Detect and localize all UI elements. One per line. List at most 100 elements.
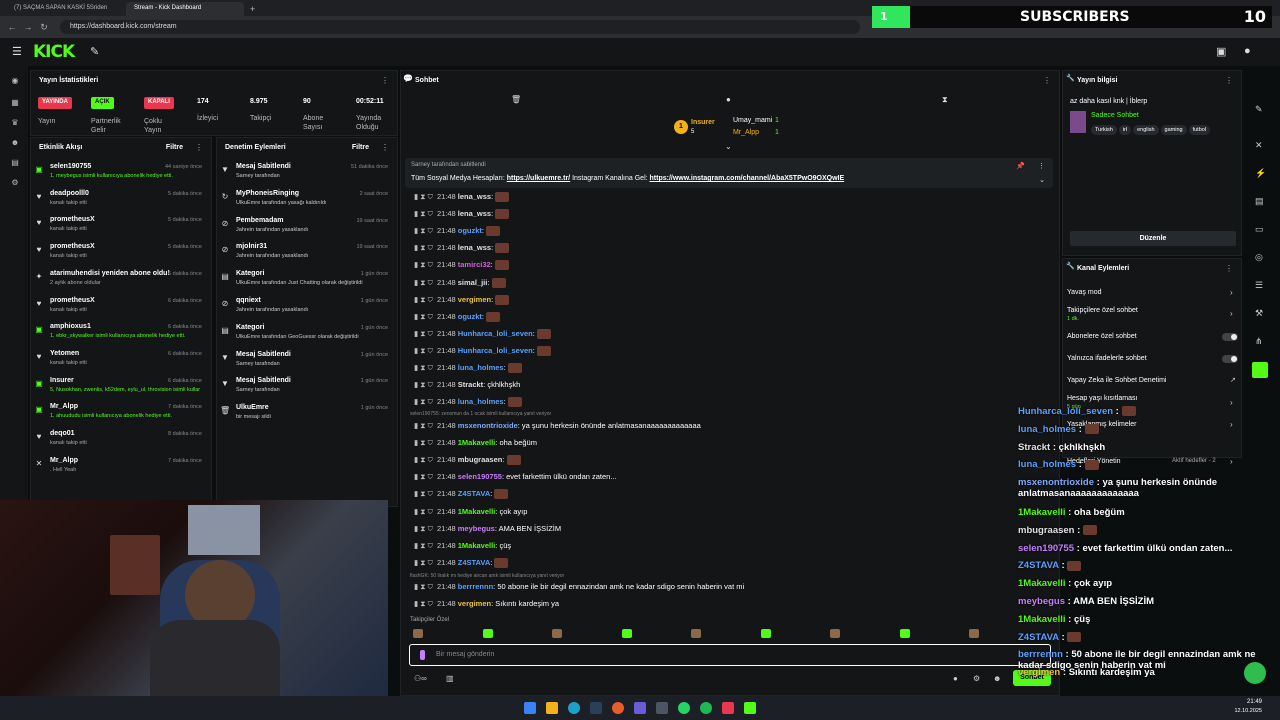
discord-icon[interactable] [634, 702, 646, 714]
pin-icon[interactable]: 📌 [1016, 162, 1025, 170]
chat-message[interactable]: ▮ ⧗ ⛉ 21:48 tamirci32: [414, 260, 509, 274]
chat-message[interactable]: ▮ ⧗ ⛉ 21:48 Strackt: çkhlkhşkh [414, 380, 520, 394]
chat-bubble-icon[interactable]: ● [726, 95, 731, 104]
tools-icon[interactable]: ✎ [90, 45, 99, 58]
mod-actions-icon[interactable]: ▮ ⧗ ⛉ [414, 541, 433, 550]
chat-message[interactable]: ▮ ⧗ ⛉ 21:48 berrrennn: 50 abone ile bir de… [414, 582, 744, 596]
more-icon[interactable]: ⋮ [1225, 76, 1233, 85]
layout-icon[interactable]: ▣ [1216, 45, 1226, 58]
mod-actions-icon[interactable]: ▮ ⧗ ⛉ [414, 472, 433, 481]
emote-shortcut[interactable] [552, 629, 562, 638]
feed-item[interactable]: ♥ prometheusX kanalı takip etti 6 dakika ön… [34, 297, 202, 321]
wrench-icon[interactable]: ⚒ [1255, 308, 1263, 319]
mod-actions-icon[interactable]: ▮ ⧗ ⛉ [414, 524, 433, 533]
emote-shortcut[interactable] [621, 629, 632, 638]
activity-icon[interactable]: ⚇∞ [414, 674, 427, 683]
feed-item[interactable]: 🗑 UlkuEmre bir mesajı sildi 1 gün önce [220, 404, 388, 428]
feed-item[interactable]: ⊘ qqniext Jahrein tarafından yasaklandı 1 g… [220, 297, 388, 321]
app-icon[interactable] [722, 702, 734, 714]
gear-icon[interactable]: ⚙ [9, 178, 21, 190]
mic-icon[interactable] [420, 650, 425, 660]
filter-button[interactable]: Filtre [166, 144, 183, 151]
layers-icon[interactable]: ☰ [1255, 280, 1263, 291]
more-icon[interactable]: ⋮ [381, 76, 389, 85]
url-input[interactable]: https://dashboard.kick.com/stream [60, 20, 860, 34]
more-icon[interactable]: ⋮ [381, 143, 389, 152]
feed-item[interactable]: ▼ Mesaj Sabitlendi Sarney tarafından 1 gün … [220, 377, 388, 401]
hourglass-icon[interactable]: ⧗ [942, 95, 948, 105]
mod-actions-icon[interactable]: ▮ ⧗ ⛉ [414, 489, 433, 498]
app-icon[interactable] [656, 702, 668, 714]
followers-only-setting[interactable]: Takipçilere özel sohbet [1067, 307, 1138, 314]
reload-icon[interactable]: ↻ [38, 21, 50, 33]
feed-item[interactable]: ▼ Mesaj Sabitlendi Sarney tarafından 51 dak… [220, 163, 388, 187]
mod-actions-icon[interactable]: ▮ ⧗ ⛉ [414, 312, 433, 321]
bolt-icon[interactable]: ⚡ [1255, 168, 1266, 179]
feed-item[interactable]: ♥ prometheusX kanalı takip etti 5 dakika ön… [34, 243, 202, 267]
stream-icon[interactable]: ◉ [9, 76, 21, 88]
steam-icon[interactable] [590, 702, 602, 714]
chat-message[interactable]: ▮ ⧗ ⛉ 21:48 simal_jii: [414, 278, 506, 292]
emote-shortcut[interactable] [482, 629, 493, 638]
mod-actions-icon[interactable]: ▮ ⧗ ⛉ [414, 295, 433, 304]
stream-tag[interactable]: english [1133, 125, 1159, 135]
chat-input-box[interactable]: Bir mesaj gönderin ☺ [409, 644, 1051, 666]
mod-actions-icon[interactable]: ▮ ⧗ ⛉ [414, 582, 433, 591]
feed-item[interactable]: ✕ Mr_Alpp . Hell Yeah 7 dakika önce [34, 457, 202, 481]
stream-tag[interactable]: gaming [1160, 125, 1187, 135]
chat-message[interactable]: ▮ ⧗ ⛉ 21:48 mbugraasen: [414, 455, 521, 469]
mod-actions-icon[interactable]: ▮ ⧗ ⛉ [414, 507, 433, 516]
chevron-right-icon[interactable]: › [1230, 309, 1233, 318]
chat-username[interactable]: Hunharca_loli_seven [458, 346, 533, 355]
mod-actions-icon[interactable]: ▮ ⧗ ⛉ [414, 363, 433, 372]
mod-actions-icon[interactable]: ▮ ⧗ ⛉ [414, 278, 433, 287]
edit-icon[interactable]: ✎ [1255, 104, 1263, 115]
chat-message[interactable]: ▮ ⧗ ⛉ 21:48 Hunharca_loli_seven: [414, 329, 551, 343]
chat-message[interactable]: ▮ ⧗ ⛉ 21:48 oguzkt: [414, 226, 501, 240]
chat-username[interactable]: Z4STAVA [458, 489, 491, 498]
chevron-right-icon[interactable]: › [1230, 288, 1233, 297]
users-icon[interactable]: ☻ [9, 138, 21, 150]
more-icon[interactable]: ⋮ [1225, 264, 1233, 273]
chat-username[interactable]: oguzkt [458, 312, 482, 321]
mod-actions-icon[interactable]: ▮ ⧗ ⛉ [414, 380, 433, 389]
whatsapp-icon[interactable] [1244, 662, 1266, 684]
feed-item[interactable]: ♥ prometheusX kanalı takip etti 5 dakika ön… [34, 216, 202, 240]
chat-message[interactable]: ▮ ⧗ ⛉ 21:48 1Makavelli: oha beğüm [414, 438, 537, 452]
feed-item[interactable]: ▣ amphioxus1 1, ebkr_skywalker isimli kull… [34, 323, 202, 347]
mod-actions-icon[interactable]: ▮ ⧗ ⛉ [414, 421, 433, 430]
chat-username[interactable]: simal_jii [458, 278, 488, 287]
emote-shortcut[interactable] [760, 629, 771, 638]
chat-message[interactable]: ▮ ⧗ ⛉ 21:48 luna_holmes: [414, 397, 522, 411]
more-icon[interactable]: ⋮ [1043, 76, 1051, 85]
chat-message[interactable]: ▮ ⧗ ⛉ 21:48 selen190755: evet farkettim ül… [414, 472, 617, 486]
chat-username[interactable]: lena_wss [458, 192, 491, 201]
chat-username[interactable]: vergimen [458, 295, 491, 304]
list-icon[interactable]: ▤ [1255, 196, 1264, 207]
feed-item[interactable]: ▣ Insurer 5, Nusokhan, zwenlis, k52dem, ey… [34, 377, 202, 401]
chat-message[interactable]: ▮ ⧗ ⛉ 21:48 1Makavelli: çüş [414, 541, 511, 555]
calendar-icon[interactable]: ▥ [446, 674, 454, 683]
pinned-link[interactable]: https://www.instagram.com/channel/AbaX5T… [650, 175, 845, 182]
chat-message[interactable]: ▮ ⧗ ⛉ 21:48 vergimen: Sıkıntı kardeşim ya [414, 599, 559, 613]
stream-tag[interactable]: irl [1118, 125, 1132, 135]
share-icon[interactable]: ⋔ [1255, 336, 1263, 347]
chat-username[interactable]: Z4STAVA [458, 558, 491, 567]
category-name[interactable]: Sadece Sohbet [1091, 112, 1139, 119]
mod-actions-icon[interactable]: ▮ ⧗ ⛉ [414, 329, 433, 338]
subs-only-toggle[interactable] [1222, 333, 1238, 341]
chat-username[interactable]: lena_wss [458, 243, 491, 252]
chat-message[interactable]: ▮ ⧗ ⛉ 21:48 lena_wss: [414, 243, 510, 257]
feed-item[interactable]: ▤ Kategori UlkuEmre tarafından GeoGuessr o… [220, 324, 388, 348]
chat-username[interactable]: 1Makavelli [458, 507, 496, 516]
emotes-only-toggle[interactable] [1222, 355, 1238, 363]
spotify-icon[interactable] [700, 702, 712, 714]
chat-message[interactable]: ▮ ⧗ ⛉ 21:48 lena_wss: [414, 192, 510, 206]
broadcast-icon[interactable]: ◎ [1255, 252, 1263, 263]
mod-actions-icon[interactable]: ▮ ⧗ ⛉ [414, 438, 433, 447]
ai-mod-setting[interactable]: Yapay Zeka ile Sohbet Denetimi [1067, 377, 1166, 384]
start-icon[interactable] [524, 702, 536, 714]
chat-username[interactable]: luna_holmes [458, 397, 504, 406]
feed-item[interactable]: ▤ Kategori UlkuEmre tarafından Just Chatti… [220, 270, 388, 294]
chat-username[interactable]: Strackt [458, 380, 483, 389]
